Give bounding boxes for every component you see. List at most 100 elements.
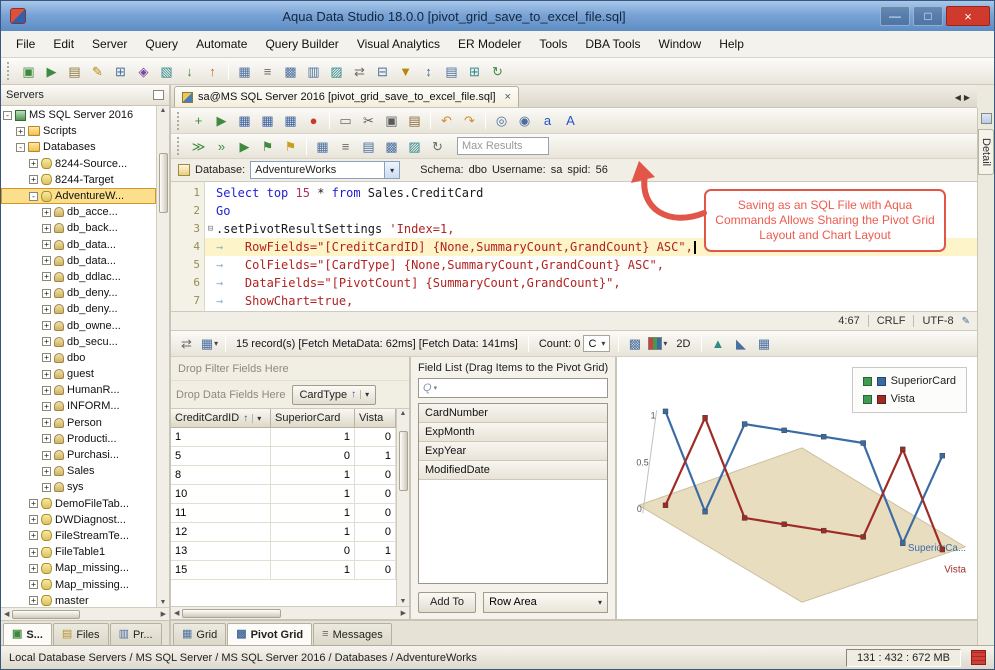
flag-yellow-icon[interactable]: ⚑: [280, 136, 301, 157]
fold-marker-icon[interactable]: ⊟: [205, 220, 216, 238]
scroll-up-icon[interactable]: ▲: [159, 107, 168, 114]
tree-expander-icon[interactable]: +: [42, 304, 51, 314]
tree-expander-icon[interactable]: +: [42, 450, 51, 460]
tree-item-filestreamte[interactable]: + FileStreamTe...: [1, 528, 156, 544]
form-view-icon[interactable]: ▥: [303, 61, 324, 82]
chevron-down-icon[interactable]: ▾: [360, 390, 369, 399]
tree-item-db-data[interactable]: + db_data...: [1, 253, 156, 269]
menu-er-modeler[interactable]: ER Modeler: [449, 32, 530, 56]
scroll-right-icon[interactable]: ▶: [160, 610, 167, 618]
menu-edit[interactable]: Edit: [44, 32, 83, 56]
tree-expander-icon[interactable]: +: [42, 207, 51, 217]
tree-item-humanr[interactable]: + HumanR...: [1, 382, 156, 398]
pivot-row[interactable]: 11 1 0: [171, 504, 396, 523]
scroll-right-icon[interactable]: ▶: [400, 609, 407, 617]
tree-item-db-data[interactable]: + db_data...: [1, 237, 156, 253]
grid-view-select-icon[interactable]: ▦ ▾: [199, 333, 220, 354]
history-icon[interactable]: ↻: [427, 136, 448, 157]
tree-item-person[interactable]: + Person: [1, 415, 156, 431]
save-icon[interactable]: ▦: [234, 110, 255, 131]
sort-ascending-icon[interactable]: ↑: [351, 389, 356, 400]
tab-s[interactable]: ▣ S...: [3, 623, 52, 645]
cut-icon[interactable]: ✂: [358, 110, 379, 131]
tree-expander-icon[interactable]: -: [16, 142, 25, 152]
tree-item-databases[interactable]: - Databases: [1, 139, 156, 155]
results-file-toggle-icon[interactable]: ▤: [358, 136, 379, 157]
tab-files[interactable]: ▤ Files: [52, 623, 109, 645]
tree-item-demofiletab[interactable]: + DemoFileTab...: [1, 496, 156, 512]
code-line[interactable]: → ShowChart=true,: [205, 292, 977, 310]
tree-item-map-missing[interactable]: + Map_missing...: [1, 576, 156, 592]
tree-expander-icon[interactable]: +: [42, 353, 51, 363]
new-file-icon[interactable]: +: [188, 110, 209, 131]
pivot-row[interactable]: 10 1 0: [171, 485, 396, 504]
tree-item-db-back[interactable]: + db_back...: [1, 220, 156, 236]
field-list-item-expyear[interactable]: ExpYear: [419, 442, 607, 461]
tab-scroll-right-icon[interactable]: ▶: [964, 93, 970, 102]
tree-item-8244-target[interactable]: +8244-Target: [1, 172, 156, 188]
tree-item-db-deny[interactable]: + db_deny...: [1, 301, 156, 317]
save-as-icon[interactable]: ▦: [257, 110, 278, 131]
tree-item-filetable1[interactable]: + FileTable1: [1, 544, 156, 560]
tree-expander-icon[interactable]: +: [42, 369, 51, 379]
chevron-down-icon[interactable]: ▾: [252, 413, 261, 423]
scroll-left-icon[interactable]: ◀: [3, 610, 10, 618]
find-icon[interactable]: ◎: [491, 110, 512, 131]
pivot-grid-icon[interactable]: ▩: [280, 61, 301, 82]
pivot-vertical-scrollbar[interactable]: ▲ ▼: [396, 409, 409, 606]
menu-window[interactable]: Window: [650, 32, 711, 56]
tree-item-db-ddlac[interactable]: + db_ddlac...: [1, 269, 156, 285]
legend-entry-vista[interactable]: Vista: [862, 393, 956, 405]
scroll-left-icon[interactable]: ◀: [173, 609, 180, 617]
area-select[interactable]: Row Area ▾: [483, 591, 608, 613]
tree-item-dbo[interactable]: + dbo: [1, 350, 156, 366]
chevron-down-icon[interactable]: ▾: [598, 598, 602, 607]
chevron-down-icon[interactable]: ▾: [434, 384, 438, 392]
menu-query-builder[interactable]: Query Builder: [256, 32, 347, 56]
copy-icon[interactable]: ▣: [381, 110, 402, 131]
undo-icon[interactable]: ↶: [436, 110, 457, 131]
menu-automate[interactable]: Automate: [187, 32, 256, 56]
tree-item-db-owne[interactable]: + db_owne...: [1, 317, 156, 333]
pivot-row[interactable]: 501: [171, 447, 396, 466]
tab-detail[interactable]: Detail: [978, 129, 994, 176]
count-dropdown[interactable]: C ▾: [583, 335, 611, 352]
tree-expander-icon[interactable]: +: [29, 563, 38, 573]
tab-grid[interactable]: ▦ Grid: [173, 623, 227, 645]
scroll-up-icon[interactable]: ▲: [399, 410, 408, 417]
tab-scroll-left-icon[interactable]: ◀: [955, 93, 961, 102]
pivot-row[interactable]: 13 0 1: [171, 542, 396, 561]
er-modeler-icon[interactable]: ◈: [133, 61, 154, 82]
field-list-item-expmonth[interactable]: ExpMonth: [419, 423, 607, 442]
column-field-chip[interactable]: CardType ↑ ▾: [292, 384, 377, 405]
menu-dba-tools[interactable]: DBA Tools: [576, 32, 649, 56]
tree-item-ms-sql-server-2016[interactable]: - MS SQL Server 2016: [1, 107, 156, 123]
run-file-icon[interactable]: ▶: [211, 110, 232, 131]
pivot-row[interactable]: 12 1 0: [171, 523, 396, 542]
database-select[interactable]: AdventureWorks ▾: [250, 161, 401, 179]
pivot-horizontal-scrollbar[interactable]: ◀ ▶: [171, 606, 409, 619]
tree-expander-icon[interactable]: +: [42, 223, 51, 233]
palette-icon[interactable]: ▾: [647, 333, 668, 354]
tree-item-master[interactable]: + master: [1, 593, 156, 607]
grid-filter-icon[interactable]: ▼: [395, 61, 416, 82]
redo-icon[interactable]: ↷: [459, 110, 480, 131]
chart-save-icon[interactable]: ▦: [753, 333, 774, 354]
scroll-thumb[interactable]: [398, 431, 408, 492]
query-builder-icon[interactable]: ⊞: [110, 61, 131, 82]
export-results-icon[interactable]: ⇄: [176, 333, 197, 354]
tree-vertical-scrollbar[interactable]: ▲ ▼: [156, 106, 169, 607]
results-text-toggle-icon[interactable]: ≡: [335, 136, 356, 157]
tree-expander-icon[interactable]: +: [29, 175, 38, 185]
chart-mode-2d-toggle[interactable]: 2D: [676, 338, 690, 350]
chart-axis-icon[interactable]: ◣: [730, 333, 751, 354]
execute-icon[interactable]: ≫: [188, 136, 209, 157]
tree-expander-icon[interactable]: +: [29, 547, 38, 557]
column-chooser-icon[interactable]: ▤: [441, 61, 462, 82]
pivot-row[interactable]: 810: [171, 466, 396, 485]
tree-expander-icon[interactable]: +: [29, 531, 38, 541]
menu-visual-analytics[interactable]: Visual Analytics: [348, 32, 449, 56]
tree-item-producti[interactable]: + Producti...: [1, 431, 156, 447]
code-line[interactable]: → ColFields="[CardType] {None,SummaryCou…: [205, 256, 977, 274]
pivot-layout-icon[interactable]: ▩: [624, 333, 645, 354]
